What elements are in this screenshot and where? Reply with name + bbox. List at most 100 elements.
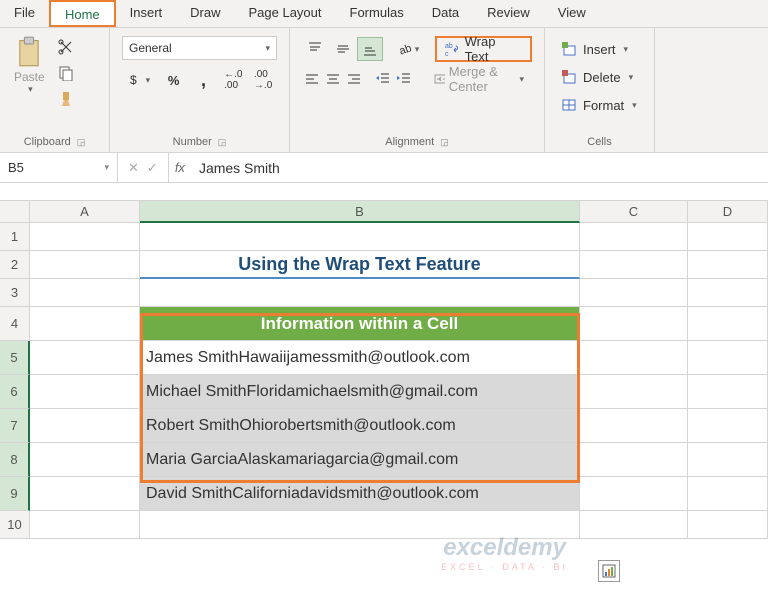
cell-b4[interactable]: Information within a Cell — [140, 307, 580, 341]
tab-file[interactable]: File — [0, 0, 49, 27]
cancel-formula-button[interactable]: ✕ — [128, 160, 139, 176]
cell-b9[interactable]: David SmithCaliforniadavidsmith@outlook.… — [140, 477, 580, 511]
cell-c2[interactable] — [580, 251, 688, 279]
increase-decimal-button[interactable]: ←.0.00 — [219, 68, 247, 92]
align-center-button[interactable] — [323, 67, 342, 91]
cell-b3[interactable] — [140, 279, 580, 307]
tab-insert[interactable]: Insert — [116, 0, 177, 27]
cell-a1[interactable] — [30, 223, 140, 251]
cells-insert-button[interactable]: Insert ▾ — [557, 36, 642, 62]
tab-formulas[interactable]: Formulas — [336, 0, 418, 27]
cell-d3[interactable] — [688, 279, 768, 307]
cell-b6[interactable]: Michael SmithFloridamichaelsmith@gmail.c… — [140, 375, 580, 409]
cell-d10[interactable] — [688, 511, 768, 539]
cell-a5[interactable] — [30, 341, 140, 375]
cell-a7[interactable] — [30, 409, 140, 443]
accounting-format-button[interactable]: $▾ — [122, 68, 158, 92]
cell-a4[interactable] — [30, 307, 140, 341]
col-header-a[interactable]: A — [30, 201, 140, 223]
cell-c5[interactable] — [580, 341, 688, 375]
cell-c7[interactable] — [580, 409, 688, 443]
cell-c9[interactable] — [580, 477, 688, 511]
increase-decimal-icon: ←.0.00 — [224, 69, 242, 91]
row-header-7[interactable]: 7 — [0, 409, 30, 443]
align-right-button[interactable] — [344, 67, 363, 91]
format-painter-button[interactable] — [55, 88, 77, 110]
cell-b8[interactable]: Maria GarciaAlaskamariagarcia@gmail.com — [140, 443, 580, 477]
cell-c8[interactable] — [580, 443, 688, 477]
cell-a10[interactable] — [30, 511, 140, 539]
alignment-dialog-launcher[interactable]: ◲ — [440, 137, 449, 148]
row-header-2[interactable]: 2 — [0, 251, 30, 279]
tab-page-layout[interactable]: Page Layout — [235, 0, 336, 27]
cell-a2[interactable] — [30, 251, 140, 279]
percent-button[interactable]: % — [160, 68, 188, 92]
tab-view[interactable]: View — [544, 0, 600, 27]
cell-d5[interactable] — [688, 341, 768, 375]
copy-button[interactable] — [55, 62, 77, 84]
cut-button[interactable] — [55, 36, 77, 58]
cell-d8[interactable] — [688, 443, 768, 477]
paste-button[interactable]: Paste ▾ — [8, 32, 51, 120]
col-header-c[interactable]: C — [580, 201, 688, 223]
quick-analysis-button[interactable] — [598, 560, 620, 582]
cell-b1[interactable] — [140, 223, 580, 251]
cell-c3[interactable] — [580, 279, 688, 307]
clipboard-dialog-launcher[interactable]: ◲ — [77, 137, 86, 148]
decrease-indent-button[interactable] — [374, 67, 393, 91]
cell-a3[interactable] — [30, 279, 140, 307]
wrap-text-button[interactable]: abc Wrap Text — [435, 36, 532, 62]
number-dialog-launcher[interactable]: ◲ — [218, 137, 227, 148]
fx-icon[interactable]: fx — [169, 160, 191, 175]
cell-d2[interactable] — [688, 251, 768, 279]
align-left-button[interactable] — [302, 67, 321, 91]
name-box[interactable]: B5 ▾ — [0, 153, 118, 182]
number-format-dropdown[interactable]: General ▾ — [122, 36, 277, 60]
insert-cells-icon — [561, 41, 577, 57]
row-header-10[interactable]: 10 — [0, 511, 30, 539]
merge-center-button[interactable]: Merge & Center ▾ — [426, 66, 532, 92]
cells-format-button[interactable]: Format ▾ — [557, 92, 642, 118]
select-all-corner[interactable] — [0, 201, 30, 223]
cell-b5[interactable]: James SmithHawaiijamessmith@outlook.com — [140, 341, 580, 375]
cell-d4[interactable] — [688, 307, 768, 341]
cells-delete-button[interactable]: Delete ▾ — [557, 64, 642, 90]
cell-c10[interactable] — [580, 511, 688, 539]
tab-home[interactable]: Home — [49, 0, 116, 27]
decrease-decimal-button[interactable]: .00→.0 — [249, 68, 277, 92]
cell-a9[interactable] — [30, 477, 140, 511]
row-header-4[interactable]: 4 — [0, 307, 30, 341]
cell-c1[interactable] — [580, 223, 688, 251]
col-header-b[interactable]: B — [140, 201, 580, 223]
formula-input[interactable]: James Smith — [191, 160, 288, 176]
cell-d1[interactable] — [688, 223, 768, 251]
align-top-button[interactable] — [302, 37, 328, 61]
cell-b7[interactable]: Robert SmithOhiorobertsmith@outlook.com — [140, 409, 580, 443]
paste-label: Paste — [14, 70, 45, 84]
cell-a6[interactable] — [30, 375, 140, 409]
row-header-1[interactable]: 1 — [0, 223, 30, 251]
cell-d6[interactable] — [688, 375, 768, 409]
cell-b2[interactable]: Using the Wrap Text Feature — [140, 251, 580, 279]
col-header-d[interactable]: D — [688, 201, 768, 223]
cell-d9[interactable] — [688, 477, 768, 511]
cell-c6[interactable] — [580, 375, 688, 409]
row-header-3[interactable]: 3 — [0, 279, 30, 307]
increase-indent-button[interactable] — [395, 67, 414, 91]
cell-c4[interactable] — [580, 307, 688, 341]
row-header-8[interactable]: 8 — [0, 443, 30, 477]
cell-b10[interactable] — [140, 511, 580, 539]
row-header-9[interactable]: 9 — [0, 477, 30, 511]
align-middle-button[interactable] — [330, 37, 356, 61]
row-header-6[interactable]: 6 — [0, 375, 30, 409]
orientation-button[interactable]: ab▾ — [395, 37, 421, 61]
comma-button[interactable]: , — [190, 68, 218, 92]
tab-draw[interactable]: Draw — [176, 0, 234, 27]
cell-a8[interactable] — [30, 443, 140, 477]
cell-d7[interactable] — [688, 409, 768, 443]
tab-data[interactable]: Data — [418, 0, 473, 27]
row-header-5[interactable]: 5 — [0, 341, 30, 375]
enter-formula-button[interactable]: ✓ — [147, 160, 158, 176]
align-bottom-button[interactable] — [357, 37, 383, 61]
tab-review[interactable]: Review — [473, 0, 544, 27]
